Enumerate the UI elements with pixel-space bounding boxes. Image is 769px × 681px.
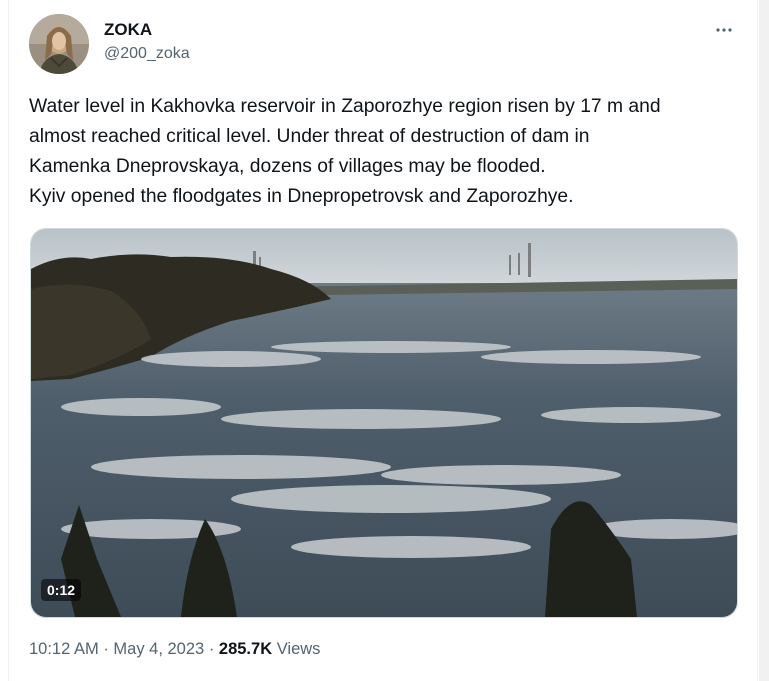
tweet-time[interactable]: 10:12 AM <box>29 640 99 658</box>
tweet-date[interactable]: May 4, 2023 <box>113 640 204 658</box>
timeline-right-border <box>757 0 758 681</box>
tweet: ZOKA @200_zoka Water level in Kakhovka r… <box>28 0 740 681</box>
video-frame <box>31 229 737 617</box>
more-dots-icon <box>716 28 732 32</box>
page-scrollbar[interactable] <box>759 0 769 681</box>
tweet-text: Water level in Kakhovka reservoir in Zap… <box>29 92 741 212</box>
timeline-left-border <box>8 0 9 681</box>
views-label: Views <box>276 640 321 658</box>
author-handle[interactable]: @200_zoka <box>104 44 190 64</box>
tweet-text-line: almost reached critical level. Under thr… <box>29 126 590 147</box>
avatar[interactable] <box>29 14 89 74</box>
views-count: 285.7K <box>218 640 273 658</box>
tweet-text-line: Kamenka Dneprovskaya, dozens of villages… <box>29 156 546 177</box>
video-duration: 0:12 <box>41 579 82 601</box>
more-options-button[interactable] <box>710 16 738 44</box>
author-name[interactable]: ZOKA <box>104 20 152 40</box>
meta-separator: · <box>103 640 109 658</box>
tweet-text-line: Water level in Kakhovka reservoir in Zap… <box>29 96 661 117</box>
tweet-text-line: Kyiv opened the floodgates in Dnepropetr… <box>29 186 574 207</box>
tweet-metadata: 10:12 AM · May 4, 2023 · 285.7K Views <box>29 638 320 660</box>
meta-separator: · <box>208 640 215 658</box>
video-player[interactable]: 0:12 <box>30 228 738 618</box>
